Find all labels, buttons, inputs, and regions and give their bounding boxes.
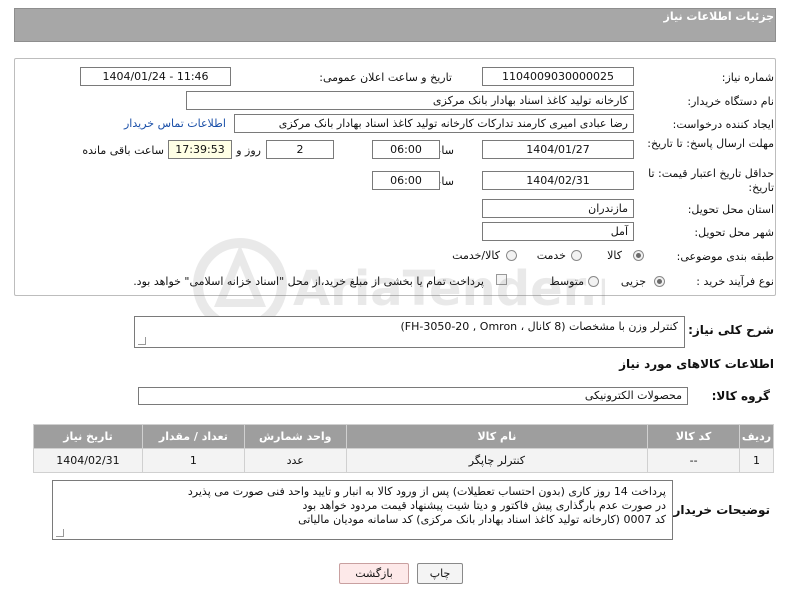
description-label: شرح کلی نیاز:: [688, 323, 774, 337]
col-header-goods-code: کد کالا: [647, 424, 741, 449]
process-radio-minor[interactable]: [654, 276, 665, 287]
page-header: [14, 8, 776, 42]
category-option-goods: کالا: [607, 249, 622, 262]
col-header-unit: واحد شمارش: [243, 424, 347, 449]
table-row: 1 -- کنترلر چاپگر عدد 1 1404/02/31: [33, 448, 774, 473]
reply-deadline-date-field: 1404/01/27: [482, 140, 634, 159]
goods-group-label: گروه کالا:: [711, 389, 770, 403]
category-option-goods-service: کالا/خدمت: [452, 249, 500, 262]
col-header-need-date: تاریخ نیاز: [33, 424, 143, 449]
days-label: روز و: [236, 144, 261, 157]
page-title: جزئیات اطلاعات نیاز: [663, 10, 775, 23]
city-label: شهر محل تحویل:: [694, 226, 774, 239]
announce-datetime-field: 1404/01/24 - 11:46: [80, 67, 231, 86]
need-number-field: 1104009030000025: [482, 67, 634, 86]
goods-table-header-row: ردیف کد کالا نام کالا واحد شمارش تعداد /…: [33, 424, 774, 449]
resize-grip-icon[interactable]: [56, 529, 64, 537]
price-validity-label: حداقل تاریخ اعتبار قیمت: تا تاریخ:: [648, 167, 774, 194]
buyer-notes-label: توضیحات خریدار:: [668, 503, 770, 517]
buyer-notes-line-3: کد 0007 (کارخانه تولید کاغذ اسناد بهادار…: [298, 513, 666, 526]
category-radio-goods-service[interactable]: [506, 250, 517, 261]
process-option-minor: جزیی: [620, 275, 646, 288]
buyer-org-label: نام دستگاه خریدار:: [687, 95, 774, 108]
category-option-service: خدمت: [536, 249, 566, 262]
category-radio-goods[interactable]: [633, 250, 644, 261]
city-field: آمل: [482, 222, 634, 241]
purchase-process-label: نوع فرآیند خرید :: [696, 275, 774, 288]
requester-label: ایجاد کننده درخواست:: [672, 118, 774, 131]
process-option-medium: متوسط: [549, 275, 584, 288]
remaining-time-label: ساعت باقی مانده: [82, 144, 164, 157]
goods-group-field: محصولات الکترونیکی: [138, 387, 688, 405]
cell-unit: عدد: [243, 448, 347, 473]
goods-section-title: اطلاعات کالاهای مورد نیاز: [619, 357, 774, 371]
buyer-contact-link[interactable]: اطلاعات تماس خریدار: [124, 117, 226, 130]
cell-quantity: 1: [141, 448, 245, 473]
need-number-label: شماره نیاز:: [721, 71, 774, 84]
back-button[interactable]: بازگشت: [339, 563, 409, 584]
cell-goods-name: کنترلر چاپگر: [345, 448, 649, 473]
buyer-notes-textarea: پرداخت 14 روز کاری (بدون احتساب تعطیلات)…: [52, 480, 673, 540]
col-header-row-number: ردیف: [739, 424, 774, 449]
reply-deadline-label: مهلت ارسال پاسخ: تا تاریخ:: [647, 137, 774, 150]
description-text: کنترلر وزن با مشخصات (8 کانال ، FH-3050-…: [400, 320, 678, 333]
province-label: استان محل تحویل:: [687, 203, 774, 216]
col-header-quantity: تعداد / مقدار: [141, 424, 245, 449]
description-textarea: کنترلر وزن با مشخصات (8 کانال ، FH-3050-…: [134, 316, 685, 348]
treasury-payment-note: پرداخت تمام یا بخشی از مبلغ خرید،از محل …: [133, 275, 484, 288]
province-field: مازندران: [482, 199, 634, 218]
goods-table: ردیف کد کالا نام کالا واحد شمارش تعداد /…: [33, 424, 774, 473]
buyer-notes-line-1: پرداخت 14 روز کاری (بدون احتساب تعطیلات)…: [187, 485, 666, 498]
cell-row-number: 1: [739, 448, 774, 473]
category-radio-service[interactable]: [571, 250, 582, 261]
buyer-org-field: کارخانه تولید کاغذ اسناد بهادار بانک مرک…: [186, 91, 634, 110]
resize-grip-icon[interactable]: [138, 337, 146, 345]
cell-goods-code: --: [647, 448, 741, 473]
price-validity-time-field: 06:00: [372, 171, 440, 190]
buyer-notes-line-2: در صورت عدم بارگذاری پیش فاکتور و دیتا ش…: [302, 499, 666, 512]
process-radio-medium[interactable]: [588, 276, 599, 287]
requester-field: رضا عبادی امیری کارمند تدارکات کارخانه ت…: [234, 114, 634, 133]
remaining-time-field: 17:39:53: [168, 140, 232, 159]
announce-datetime-label: تاریخ و ساعت اعلان عمومی:: [319, 71, 452, 84]
reply-deadline-time-field: 06:00: [372, 140, 440, 159]
treasury-payment-checkbox[interactable]: [496, 274, 507, 285]
cell-need-date: 1404/02/31: [33, 448, 143, 473]
price-validity-date-field: 1404/02/31: [482, 171, 634, 190]
print-button[interactable]: چاپ: [417, 563, 463, 584]
category-label: طبقه بندی موضوعی:: [676, 250, 774, 263]
col-header-goods-name: نام کالا: [345, 424, 649, 449]
reply-deadline-days-field: 2: [266, 140, 334, 159]
